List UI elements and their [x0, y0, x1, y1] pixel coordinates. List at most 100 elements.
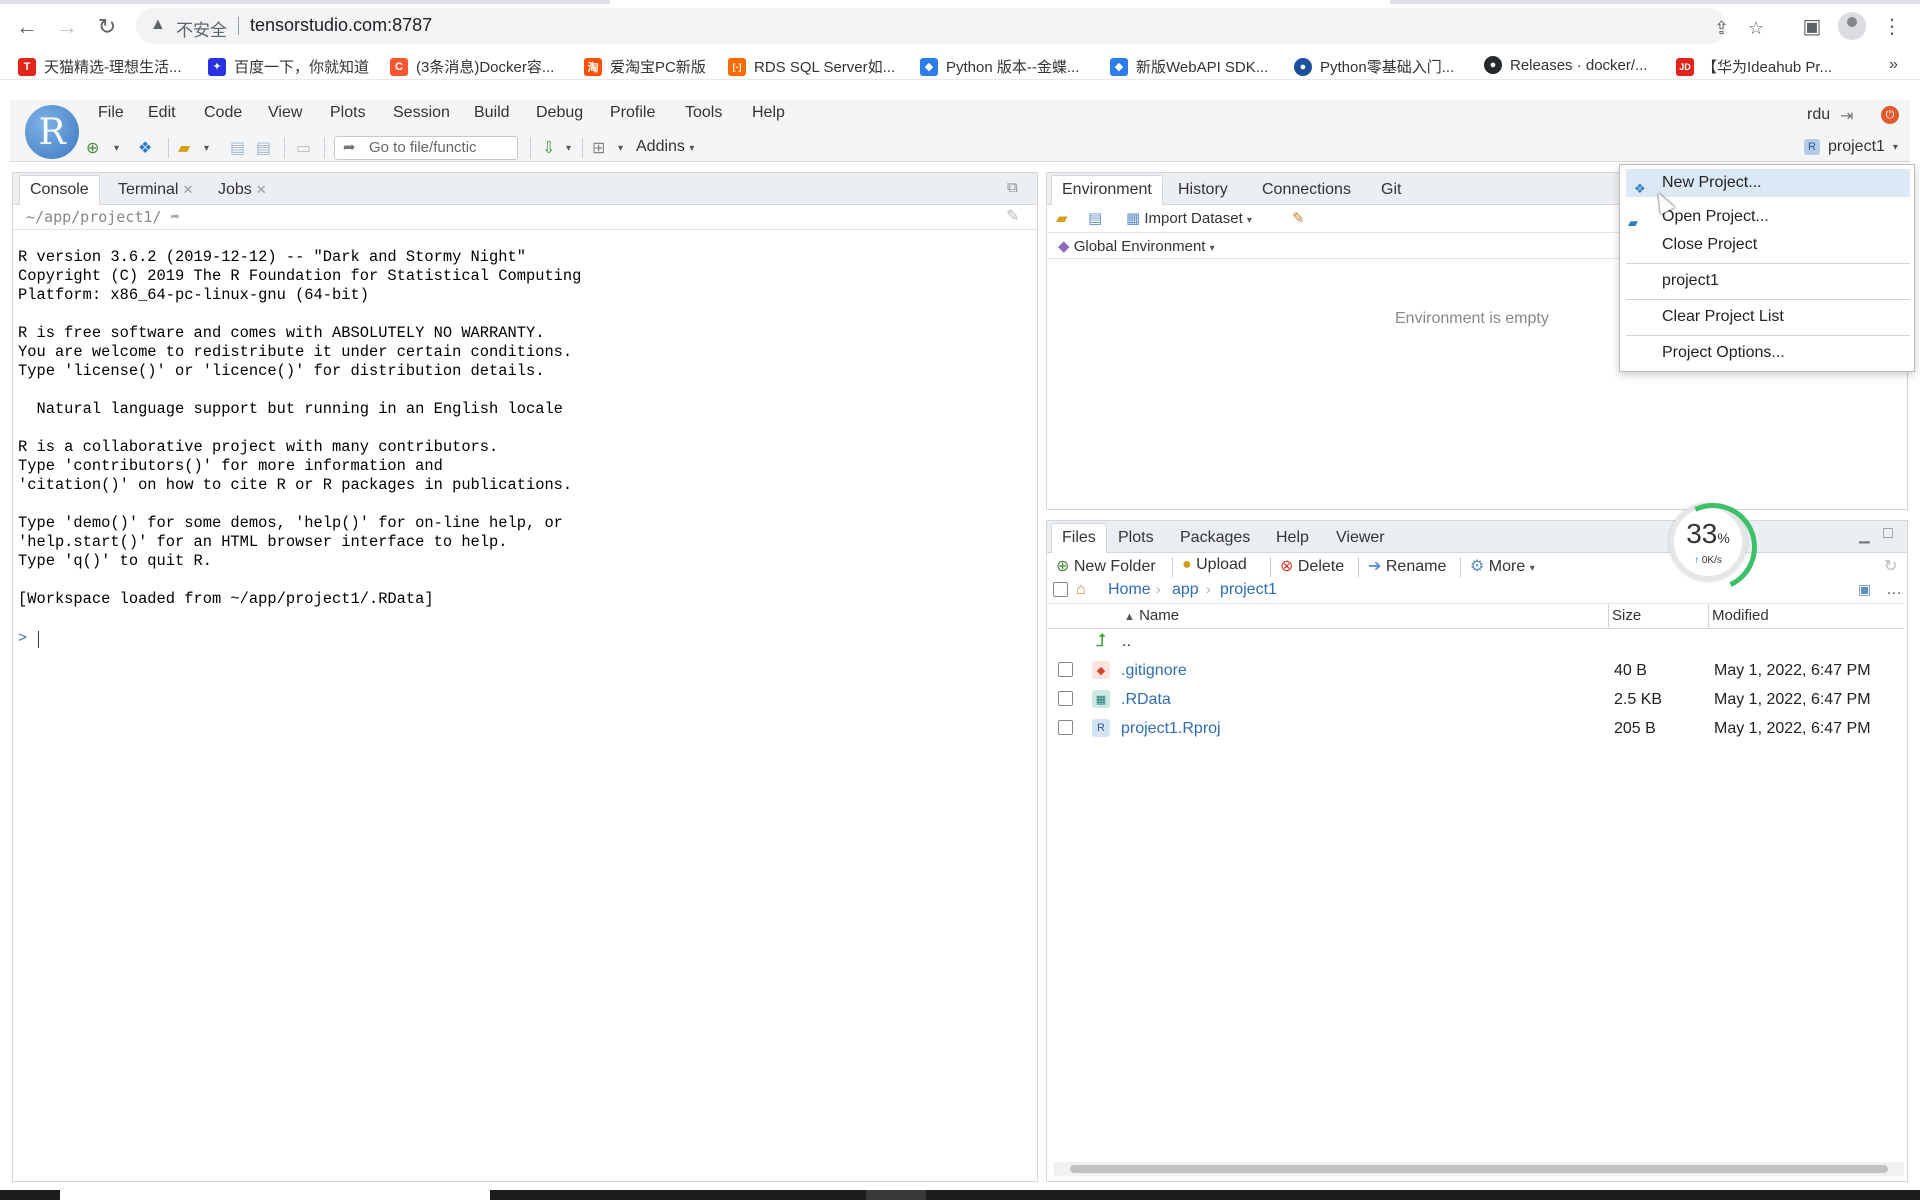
file-name-link[interactable]: project1.Rproj — [1121, 720, 1221, 738]
tab-terminal[interactable]: Terminal ✕ — [107, 175, 204, 205]
console-prompt[interactable]: > — [18, 630, 27, 647]
bookmark[interactable]: ◆ Python 版本--金蝶... — [920, 56, 1079, 77]
maximize-pane-icon[interactable]: □ — [1883, 525, 1893, 543]
file-name-link[interactable]: .gitignore — [1121, 662, 1187, 680]
go-to-project-icon[interactable]: ▣ — [1858, 581, 1871, 598]
menu-code[interactable]: Code — [204, 104, 242, 122]
clear-broom-icon[interactable]: ✎ — [1292, 209, 1305, 227]
open-folder-icon[interactable]: ▰ — [178, 138, 190, 158]
print-icon[interactable]: ▭ — [296, 138, 311, 158]
bookmark[interactable]: ● Python零基础入门... — [1294, 56, 1454, 77]
back-arrow-icon[interactable]: ← — [12, 12, 42, 42]
menu-item-project-options[interactable]: Project Options... — [1620, 339, 1916, 367]
parent-folder-icon[interactable]: ⮥ — [1092, 630, 1110, 650]
menu-profile[interactable]: Profile — [610, 104, 655, 122]
tab-help[interactable]: Help — [1265, 523, 1320, 553]
file-name-link[interactable]: .RData — [1121, 691, 1171, 709]
network-speed-widget[interactable]: 33% ↑ 0K/s — [1669, 503, 1747, 581]
close-icon[interactable]: ✕ — [256, 182, 267, 197]
console-working-dir[interactable]: ~/app/project1/ ➦ — [26, 208, 180, 226]
delete-button[interactable]: ⊗ Delete — [1280, 556, 1344, 576]
chevron-down-icon[interactable]: ▾ — [618, 143, 623, 154]
taskbar-item[interactable] — [60, 1190, 490, 1200]
clear-console-broom-icon[interactable]: ✎ — [1006, 206, 1019, 226]
more-path-icon[interactable]: … — [1886, 581, 1902, 599]
menu-edit[interactable]: Edit — [148, 104, 176, 122]
menu-kebab-icon[interactable]: ⋮ — [1878, 12, 1906, 40]
git-icon[interactable]: ⇩ — [542, 138, 555, 158]
side-panel-icon[interactable]: ▣ — [1798, 12, 1826, 40]
forward-arrow-icon[interactable]: → — [52, 12, 82, 42]
new-project-icon[interactable]: ❖ — [138, 138, 152, 158]
file-checkbox[interactable] — [1058, 720, 1073, 735]
refresh-icon[interactable]: ↻ — [1884, 556, 1897, 576]
tab-jobs[interactable]: Jobs ✕ — [207, 175, 278, 205]
menu-view[interactable]: View — [268, 104, 302, 122]
goto-file-input[interactable]: ➦ Go to file/functic — [334, 136, 518, 160]
bookmark[interactable]: ◆ 新版WebAPI SDK... — [1110, 56, 1268, 77]
active-tab[interactable] — [610, 0, 1390, 4]
save-workspace-icon[interactable]: ▤ — [1088, 209, 1102, 227]
star-icon[interactable]: ☆ — [1748, 18, 1764, 39]
power-icon[interactable]: ⏻ — [1881, 106, 1899, 124]
tab-history[interactable]: History — [1167, 175, 1239, 205]
save-all-icon[interactable]: ▤ — [256, 138, 271, 158]
menu-file[interactable]: File — [98, 104, 124, 122]
tab-files[interactable]: Files — [1051, 523, 1107, 553]
column-header-size[interactable]: Size — [1612, 607, 1641, 624]
menu-session[interactable]: Session — [393, 104, 450, 122]
tab-viewer[interactable]: Viewer — [1325, 523, 1396, 553]
reload-icon[interactable]: ↻ — [92, 12, 122, 42]
menu-item-close-project[interactable]: Close Project — [1620, 231, 1916, 259]
project-menu-button[interactable]: R project1 ▾ — [1804, 138, 1898, 156]
chevron-down-icon[interactable]: ▾ — [114, 143, 119, 154]
parent-directory-link[interactable]: .. — [1122, 633, 1131, 651]
bookmark[interactable]: C (3条消息)Docker容... — [390, 56, 554, 77]
menu-debug[interactable]: Debug — [536, 104, 583, 122]
rename-button[interactable]: ➔ Rename — [1368, 556, 1446, 576]
minimize-pane-icon[interactable]: ▁ — [1859, 527, 1870, 544]
bookmark[interactable]: [-] RDS SQL Server如... — [728, 56, 895, 77]
more-button[interactable]: ⚙ More ▾ — [1470, 556, 1535, 576]
scrollbar-thumb[interactable] — [1070, 1165, 1888, 1173]
column-header-modified[interactable]: Modified — [1712, 607, 1769, 624]
tab-environment[interactable]: Environment — [1051, 175, 1163, 205]
address-bar[interactable]: ▲ 不安全 tensorstudio.com:8787 ⇪ ☆ — [136, 8, 1764, 44]
tab-console[interactable]: Console — [19, 175, 100, 205]
home-icon[interactable]: ⌂ — [1076, 581, 1086, 599]
menu-item-clear-project-list[interactable]: Clear Project List — [1620, 303, 1916, 331]
new-file-icon[interactable]: ⊕ — [86, 138, 99, 158]
profile-avatar-icon[interactable] — [1838, 12, 1866, 40]
bookmark[interactable]: ● Releases · docker/... — [1484, 56, 1648, 74]
bookmark[interactable]: ✦ 百度一下，你就知道 — [208, 56, 369, 77]
global-environment-select[interactable]: ◆ Global Environment ▾ — [1058, 237, 1215, 255]
files-horizontal-scrollbar[interactable] — [1054, 1162, 1904, 1176]
file-checkbox[interactable] — [1058, 662, 1073, 677]
tab-packages[interactable]: Packages — [1169, 523, 1261, 553]
share-icon[interactable]: ⇪ — [1714, 18, 1729, 39]
workspace-panes-icon[interactable]: ⊞ — [592, 138, 605, 158]
breadcrumb-app[interactable]: app — [1172, 581, 1199, 599]
new-folder-button[interactable]: ⊕ New Folder — [1056, 556, 1156, 576]
menu-item-new-project[interactable]: ❖ New Project... — [1626, 169, 1910, 197]
breadcrumb-project1[interactable]: project1 — [1220, 581, 1277, 599]
file-checkbox[interactable] — [1058, 691, 1073, 706]
addins-button[interactable]: Addins ▾ — [636, 138, 694, 156]
column-header-name[interactable]: ▲ Name — [1124, 607, 1179, 624]
bookmark[interactable]: JD 【华为Ideahub Pr... — [1676, 56, 1832, 77]
close-icon[interactable]: ✕ — [182, 182, 193, 197]
menu-build[interactable]: Build — [474, 104, 510, 122]
select-all-checkbox[interactable] — [1053, 582, 1068, 597]
menu-help[interactable]: Help — [752, 104, 785, 122]
tab-git[interactable]: Git — [1370, 175, 1412, 205]
save-icon[interactable]: ▤ — [230, 138, 245, 158]
console-caret[interactable] — [38, 631, 39, 648]
bookmark[interactable]: 淘爱淘宝PC新版 — [584, 56, 706, 77]
url-text[interactable]: tensorstudio.com:8787 — [250, 15, 432, 36]
import-dataset-button[interactable]: ▦ Import Dataset ▾ — [1126, 209, 1252, 227]
upload-button[interactable]: ● Upload — [1182, 556, 1247, 574]
restore-pane-icon[interactable]: ⧉ — [1007, 179, 1018, 196]
menu-item-recent-project[interactable]: project1 — [1620, 267, 1916, 295]
chevron-down-icon[interactable]: ▾ — [204, 143, 209, 154]
menu-tools[interactable]: Tools — [685, 104, 722, 122]
